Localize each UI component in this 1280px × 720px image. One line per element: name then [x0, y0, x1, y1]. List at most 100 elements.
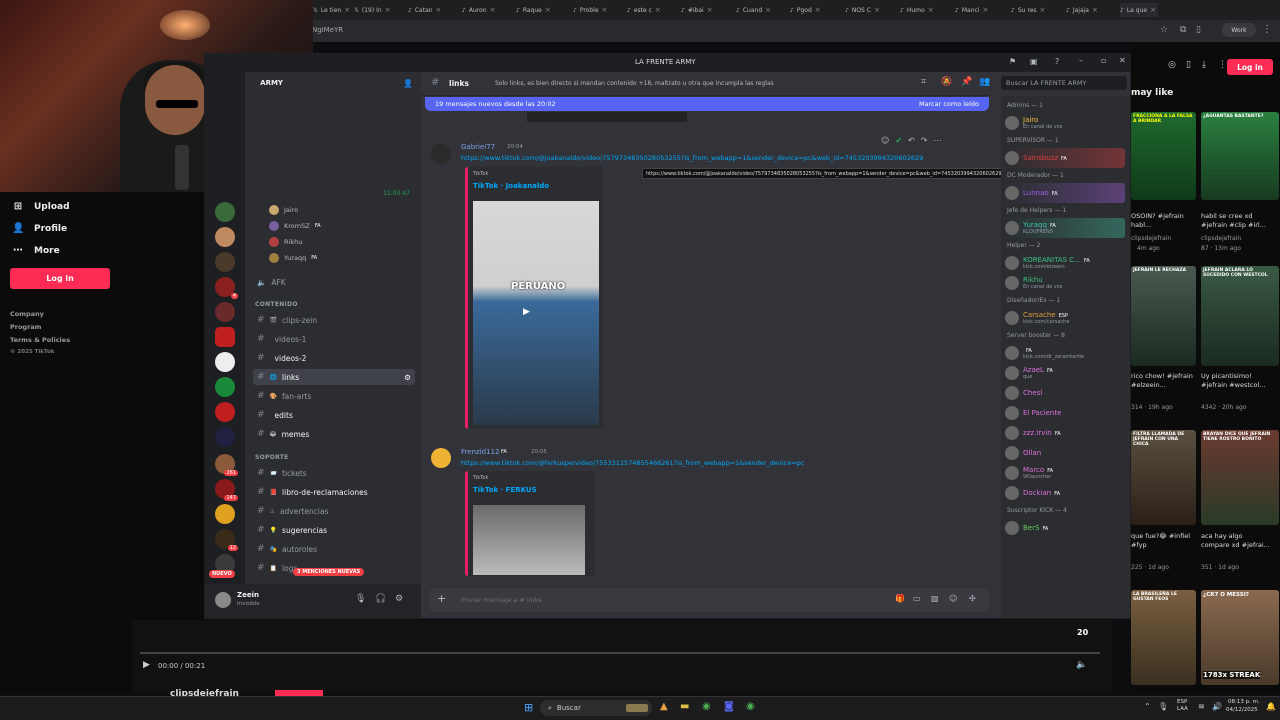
tab-close-icon[interactable]: ×: [982, 6, 988, 14]
browser-icon[interactable]: ◉: [746, 701, 755, 712]
video-caption[interactable]: que fue?😂 #infiel #fyp: [1131, 532, 1201, 550]
server-icon[interactable]: [215, 302, 235, 322]
embed-title[interactable]: TikTok · FERKUS: [473, 486, 537, 494]
settings-icon[interactable]: ⚙: [404, 373, 411, 382]
browser-tab[interactable]: ♪ Cuand ×: [736, 3, 786, 17]
category-soporte[interactable]: SOPORTE: [255, 454, 289, 461]
video-caption[interactable]: OSOIN? #jefrain habl...: [1131, 212, 1201, 230]
server-icon[interactable]: [215, 427, 235, 447]
voice-user[interactable]: KromSZ FA: [269, 221, 321, 231]
server-icon[interactable]: [215, 504, 235, 524]
sidepanel-icon[interactable]: ▯: [1196, 25, 1201, 35]
member-item[interactable]: Sainsbuzz FA: [1005, 148, 1125, 168]
taskbar-search[interactable]: ⌕ Buscar: [540, 700, 652, 716]
avatar[interactable]: [431, 448, 451, 468]
member-item[interactable]: zzz.Irvin FA: [1005, 423, 1125, 443]
video-user[interactable]: clipsdejefrain: [1131, 235, 1171, 242]
footer-terms[interactable]: Terms & Policies: [10, 336, 70, 344]
channel-videos-1[interactable]: # videos-1: [253, 331, 415, 347]
forward-icon[interactable]: ↷: [921, 136, 928, 145]
tab-close-icon[interactable]: ×: [815, 6, 821, 14]
channel-sugerencias[interactable]: # 💡 sugerencias: [253, 522, 415, 538]
mute-icon[interactable]: 🔕: [941, 77, 952, 87]
login-button[interactable]: Log in: [10, 268, 110, 289]
more-icon[interactable]: ⋮: [1218, 60, 1227, 70]
tab-close-icon[interactable]: ×: [874, 6, 880, 14]
browser-tab[interactable]: ♪ #ibai ×: [681, 3, 731, 17]
category-contenido[interactable]: CONTENIDO: [255, 301, 298, 308]
download-icon[interactable]: ⤓: [1202, 60, 1206, 70]
video-caption[interactable]: Uy picantisimo! #jefrain #westcol...: [1201, 372, 1271, 390]
profile-button[interactable]: Work: [1222, 23, 1256, 37]
video-thumb[interactable]: ¿CR7 O MESSI? 1783x STREAK: [1201, 590, 1279, 685]
avatar[interactable]: [431, 144, 451, 164]
video-caption[interactable]: aca hay algo compare xd #jefrai...: [1201, 532, 1271, 550]
more-icon[interactable]: ⋯: [933, 136, 941, 145]
clock-date[interactable]: 04/12/2025: [1226, 707, 1258, 713]
server-icon[interactable]: 12: [215, 529, 238, 551]
address-bar[interactable]: NgiMeYR: [312, 26, 343, 34]
embed-video-thumbnail[interactable]: PERUANO ▶: [473, 201, 599, 425]
mark-read-button[interactable]: Marcar como leído: [919, 100, 979, 108]
minimize-icon[interactable]: –: [1079, 56, 1083, 65]
browser-tab[interactable]: ♪ Raque ×: [516, 3, 566, 17]
browser-tab[interactable]: ♪ La que ×: [1120, 3, 1158, 17]
server-icon[interactable]: 261: [215, 454, 238, 476]
browser-tab[interactable]: ♪ Jajaja ×: [1066, 3, 1116, 17]
volume-icon[interactable]: 🔈: [1076, 660, 1087, 670]
member-item[interactable]: Jairo En canal de voz: [1005, 113, 1125, 133]
react-icon[interactable]: ☺: [881, 136, 889, 145]
notification-icon[interactable]: 🔔: [1266, 702, 1276, 711]
new-messages-banner[interactable]: 19 mensajes nuevos desde las 20:02 Marcar…: [425, 97, 989, 111]
video-thumb[interactable]: LA BRASILEÑA LE GUSTAN FEOS: [1131, 590, 1196, 685]
tab-close-icon[interactable]: ×: [545, 6, 551, 14]
pin-icon[interactable]: ⚑: [1009, 57, 1016, 66]
browser-tab[interactable]: ♪ Auron ×: [462, 3, 512, 17]
tab-close-icon[interactable]: ×: [385, 6, 391, 14]
channel-tickets[interactable]: # 📨 tickets: [253, 465, 415, 481]
messages-icon[interactable]: ◎: [1168, 60, 1176, 70]
member-item[interactable]: Dockian FA: [1005, 483, 1125, 503]
browser-tab[interactable]: 𝕏 (19) In ×: [354, 3, 404, 17]
server-icon[interactable]: [215, 402, 235, 422]
embed-title[interactable]: TikTok · Joakanaldo: [473, 182, 549, 190]
browser-tab[interactable]: ♪ NOS C ×: [845, 3, 895, 17]
tab-close-icon[interactable]: ×: [765, 6, 771, 14]
windows-start-icon[interactable]: ⊞: [524, 701, 533, 714]
tab-close-icon[interactable]: ×: [655, 6, 661, 14]
settings-icon[interactable]: ⚙: [395, 594, 403, 604]
voice-channel-afk[interactable]: 🔈 AFK: [253, 274, 415, 290]
member-item[interactable]: Rikhu En canal de voz: [1005, 273, 1125, 293]
channel-advertencias[interactable]: # ⚠ advertencias: [253, 503, 415, 519]
member-item[interactable]: El Paciente: [1005, 403, 1125, 423]
message-link[interactable]: https://www.tiktok.com/@joakanaldo/video…: [461, 154, 961, 162]
channel-links[interactable]: # 🌐 links ⚙: [253, 369, 415, 385]
tab-close-icon[interactable]: ×: [707, 6, 713, 14]
browser-tab[interactable]: ♪ Pgod ×: [790, 3, 840, 17]
video-thumb[interactable]: JEFRAIN ACLARA LO SUCEDIDO CON WESTCOL: [1201, 266, 1279, 366]
tab-close-icon[interactable]: ×: [436, 6, 442, 14]
server-icon[interactable]: [215, 377, 235, 397]
microphone-icon[interactable]: 🎙: [355, 594, 366, 604]
server-icon[interactable]: [215, 202, 235, 222]
browser-tab[interactable]: ♪ Proble ×: [573, 3, 623, 17]
server-icon[interactable]: 147: [215, 479, 238, 501]
tab-close-icon[interactable]: ×: [1040, 6, 1046, 14]
channel-memes[interactable]: # 😂 memes: [253, 426, 415, 442]
member-item[interactable]: Lunnao FA: [1005, 183, 1125, 203]
emoji-icon[interactable]: ☺: [949, 594, 957, 603]
add-attachment-icon[interactable]: +: [437, 592, 446, 605]
sticker-icon[interactable]: ▨: [931, 594, 939, 603]
help-icon[interactable]: ?: [1055, 57, 1059, 66]
threads-icon[interactable]: ⌗: [921, 77, 926, 87]
add-member-icon[interactable]: 👤: [403, 79, 413, 88]
headphones-icon[interactable]: 🎧: [375, 594, 386, 604]
member-item[interactable]: Chesl: [1005, 383, 1125, 403]
video-thumb[interactable]: FRACCIONA A LA FALSA A BRINDAR: [1131, 112, 1196, 200]
server-icon[interactable]: [215, 227, 235, 247]
tab-close-icon[interactable]: ×: [344, 6, 350, 14]
channel-autoroles[interactable]: # 🎭 autoroles: [253, 541, 415, 557]
member-item[interactable]: AzaeL FA que: [1005, 363, 1125, 383]
reply-icon[interactable]: ↶: [908, 136, 915, 145]
server-icon[interactable]: [215, 352, 235, 372]
